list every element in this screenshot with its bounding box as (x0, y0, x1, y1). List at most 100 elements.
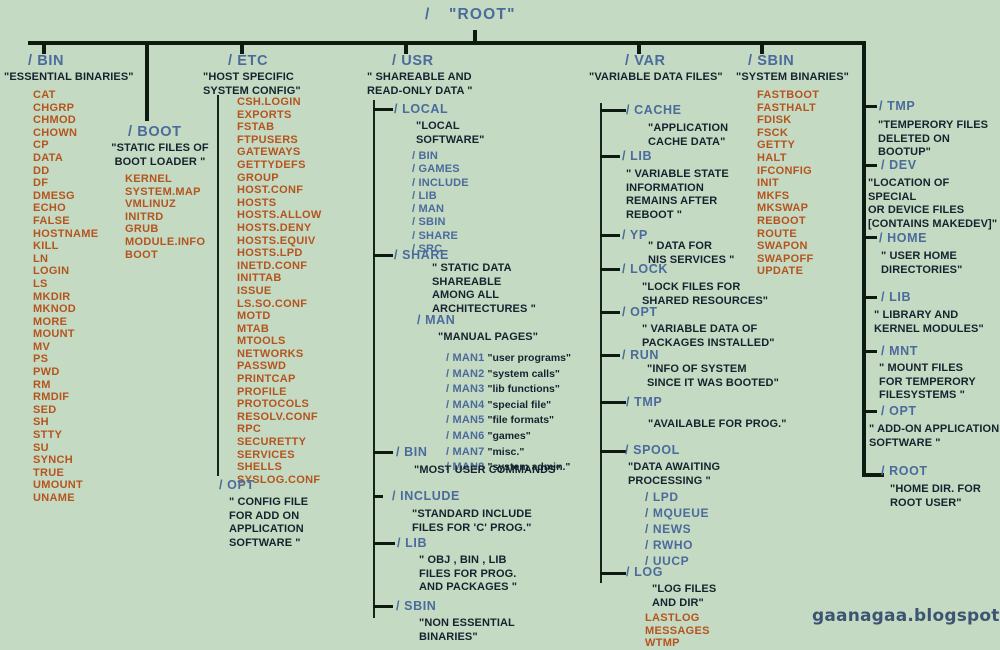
node-usr-local-desc-wrap: "LOCAL SOFTWARE" (416, 120, 484, 147)
node-bin-desc-wrap: "ESSENTIAL BINARIES" (4, 71, 134, 85)
node-var-run-desc-wrap: "INFO OF SYSTEM SINCE IT WAS BOOTED" (647, 363, 779, 390)
drop-boot (145, 41, 149, 121)
node-var-title: / VAR (625, 53, 666, 69)
usr-tick-sbin (373, 605, 393, 609)
node-var-spool-desc-wrap: "DATA AWAITING PROCESSING " (628, 461, 720, 488)
man-section-row: / MAN5 "file formats" (446, 412, 571, 428)
node-usr-bin-desc: "MOST USER COMMANDS" (414, 464, 561, 476)
node-home-title: / HOME (879, 231, 928, 245)
usr-tick-include (373, 495, 383, 499)
node-usr-include-desc: "STANDARD INCLUDE FILES FOR 'C' PROG." (412, 508, 532, 534)
man-section-note: "system calls" (487, 367, 560, 380)
usr-tick-bin (373, 451, 393, 455)
node-var-lib[interactable]: / LIB (622, 149, 652, 163)
node-bin-files-wrap: CAT CHGRP CHMOD CHOWN CP DATA DD DF DMES… (33, 89, 98, 505)
node-root-dir-desc: "HOME DIR. FOR ROOT USER" (890, 483, 981, 509)
node-etc-opt-desc: " CONFIG FILE FOR ADD ON APPLICATION SOF… (229, 496, 309, 549)
node-var-lock-title: / LOCK (622, 262, 668, 276)
node-usr-sbin-desc-wrap: "NON ESSENTIAL BINARIES" (419, 617, 515, 644)
node-usr-include[interactable]: / INCLUDE (392, 489, 460, 503)
node-usr-local[interactable]: / LOCAL (394, 102, 448, 116)
node-etc-files: CSH.LOGIN EXPORTS FSTAB FTPUSERS GATEWAY… (237, 96, 322, 486)
node-var-cache-desc: "APPLICATION CACHE DATA" (648, 122, 729, 148)
node-etc-title: / ETC (228, 53, 269, 69)
node-mnt-desc: " MOUNT FILES FOR TEMPERORY FILESYSTEMS … (879, 362, 976, 401)
node-etc-opt[interactable]: / OPT (219, 478, 255, 492)
node-var-yp[interactable]: / YP (622, 228, 648, 242)
node-home-desc: " USER HOME DIRECTORIES" (881, 250, 963, 276)
node-lib-desc: " LIBRARY AND KERNEL MODULES" (874, 309, 984, 335)
node-usr-share-desc-wrap: " STATIC DATA SHAREABLE AMONG ALL ARCHIT… (432, 262, 536, 316)
trunk-horizontal-bus (28, 41, 866, 45)
node-var-tmp-desc: "AVAILABLE FOR PROG." (648, 418, 787, 430)
node-usr-man[interactable]: / MAN (417, 313, 455, 327)
var-tick-lib (600, 155, 620, 159)
node-opt-title: / OPT (881, 404, 917, 418)
man-section-dir: / MAN5 (446, 414, 485, 427)
node-bin-desc: "ESSENTIAL BINARIES" (4, 71, 134, 83)
node-dev-desc-wrap: "LOCATION OF SPECIAL OR DEVICE FILES [CO… (868, 177, 1000, 231)
node-usr[interactable]: / USR (392, 53, 434, 69)
node-lib[interactable]: / LIB (881, 290, 911, 304)
node-usr-bin-desc-wrap: "MOST USER COMMANDS" (414, 464, 561, 478)
man-section-note: "user programs" (487, 352, 571, 364)
man-section-row: / MAN7 "misc." (446, 444, 571, 460)
node-usr-local-subdirs-wrap: / BIN / GAMES / INCLUDE / LIB / MAN / SB… (412, 150, 469, 256)
node-var-desc: "VARIABLE DATA FILES" (589, 71, 723, 83)
man-section-note: "file formats" (487, 414, 555, 427)
node-usr-desc-wrap: " SHAREABLE AND READ-ONLY DATA " (367, 71, 473, 98)
node-var[interactable]: / VAR (625, 53, 666, 69)
node-dev-title: / DEV (881, 158, 917, 172)
node-lib-title: / LIB (881, 290, 912, 304)
node-usr-lib[interactable]: / LIB (397, 536, 427, 550)
node-bin-title: / BIN (28, 53, 65, 69)
man-section-note: "special file" (487, 398, 552, 411)
node-usr-bin[interactable]: / BIN (396, 445, 427, 459)
node-usr-sbin[interactable]: / SBIN (396, 599, 436, 613)
node-sbin-files: FASTBOOT FASTHALT FDISK FSCK GETTY HALT … (757, 89, 820, 278)
node-var-lock[interactable]: / LOCK (622, 262, 668, 276)
node-mnt-desc-wrap: " MOUNT FILES FOR TEMPERORY FILESYSTEMS … (879, 362, 976, 403)
node-usr-local-subdirs: / BIN / GAMES / INCLUDE / LIB / MAN / SB… (412, 150, 469, 256)
node-var-run[interactable]: / RUN (622, 348, 659, 362)
node-var-cache[interactable]: / CACHE (626, 103, 682, 117)
node-boot[interactable]: / BOOT (128, 124, 182, 140)
node-tmp-desc: "TEMPERORY FILES DELETED ON BOOTUP" (878, 119, 989, 158)
node-opt[interactable]: / OPT (881, 404, 917, 418)
node-usr-man-desc-wrap: "MANUAL PAGES" (438, 331, 538, 345)
var-tick-yp (600, 234, 620, 238)
node-var-log[interactable]: / LOG (626, 565, 663, 579)
node-etc[interactable]: / ETC (228, 53, 268, 69)
node-var-tmp[interactable]: / TMP (626, 395, 662, 409)
node-dev[interactable]: / DEV (881, 158, 917, 172)
node-opt-desc: " ADD-ON APPLICATION SOFTWARE " (869, 423, 1000, 449)
node-var-spool-subdirs: / LPD / MQUEUE / NEWS / RWHO / UUCP (645, 490, 710, 568)
node-usr-include-desc-wrap: "STANDARD INCLUDE FILES FOR 'C' PROG." (412, 508, 532, 535)
node-root-dir[interactable]: / ROOT (881, 464, 928, 478)
node-usr-include-title: / INCLUDE (392, 489, 460, 503)
node-mnt[interactable]: / MNT (881, 344, 918, 358)
node-var-spool-title: / SPOOL (625, 443, 680, 457)
node-tmp[interactable]: / TMP (879, 99, 915, 113)
node-var-spool[interactable]: / SPOOL (625, 443, 680, 457)
node-var-opt[interactable]: / OPT (622, 305, 658, 319)
man-section-note: "games" (487, 429, 531, 442)
watermark-text: gaanagaa.blogspot.com (812, 606, 1000, 626)
node-var-desc-wrap: "VARIABLE DATA FILES" (589, 71, 723, 85)
var-rail (600, 103, 602, 583)
node-bin[interactable]: / BIN (28, 53, 64, 69)
node-usr-share[interactable]: / SHARE (394, 248, 449, 262)
var-tick-lock (600, 268, 620, 272)
node-sbin[interactable]: / SBIN (748, 53, 794, 69)
node-var-yp-title: / YP (622, 228, 648, 242)
node-boot-files-wrap: KERNEL SYSTEM.MAP VMLINUZ INITRD GRUB MO… (125, 173, 205, 261)
man-section-row: / MAN6 "games" (446, 428, 571, 444)
node-etc-opt-title: / OPT (219, 478, 255, 492)
var-tick-spool (600, 450, 626, 454)
node-etc-desc: "HOST SPECIFIC SYSTEM CONFIG" (203, 71, 301, 97)
node-var-lock-desc-wrap: "LOCK FILES FOR SHARED RESOURCES" (642, 281, 768, 308)
man-section-row: / MAN1 "user programs" (446, 350, 571, 366)
node-bin-files: CAT CHGRP CHMOD CHOWN CP DATA DD DF DMES… (33, 89, 99, 504)
node-var-tmp-desc-wrap: "AVAILABLE FOR PROG." (648, 418, 787, 432)
node-home[interactable]: / HOME (879, 231, 927, 245)
